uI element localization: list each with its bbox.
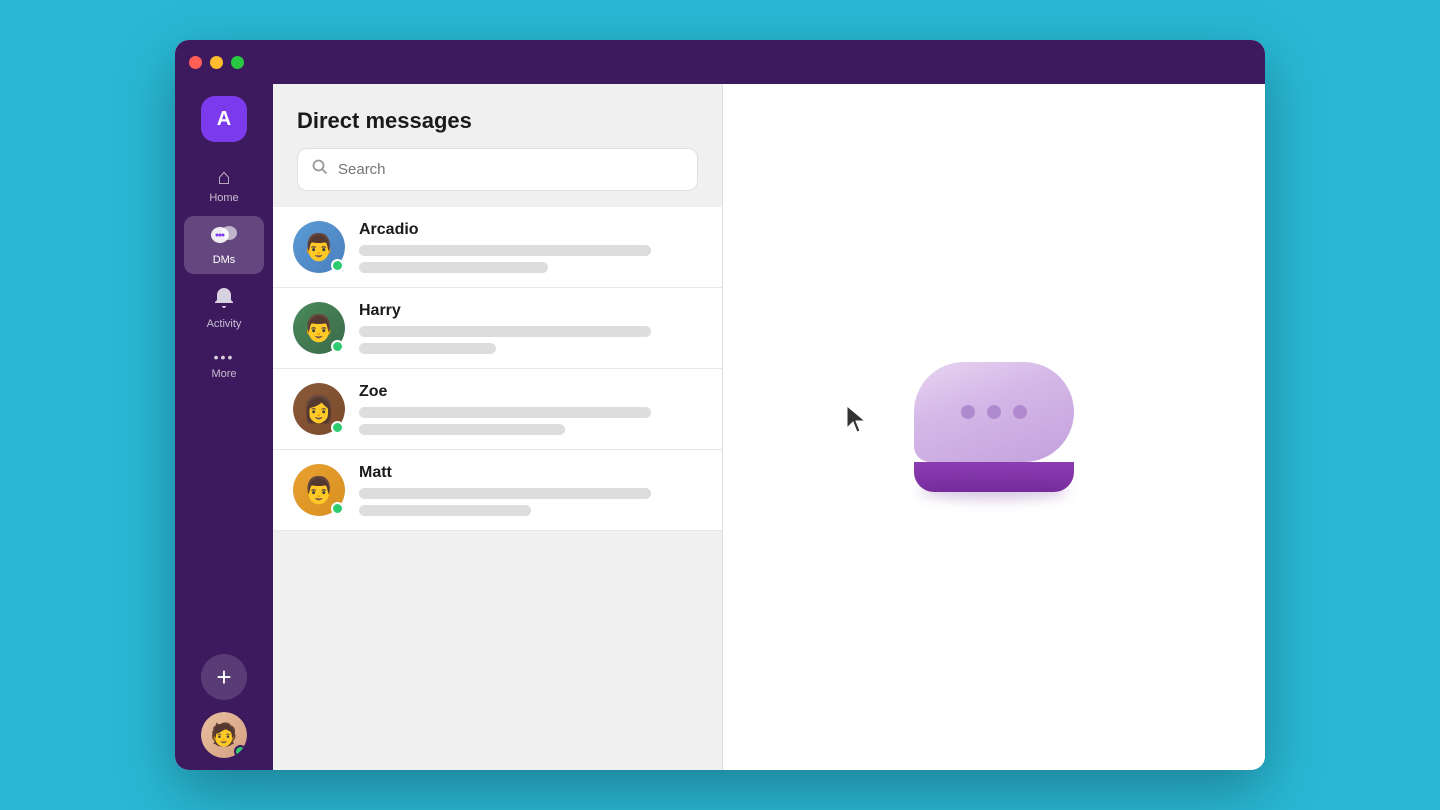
cursor-icon — [843, 404, 871, 443]
chat-bubble-3d — [914, 362, 1074, 492]
bubble-dot-3 — [1013, 405, 1027, 419]
dm-avatar-wrap: 👩 — [293, 383, 345, 435]
dm-avatar-wrap: 👨 — [293, 302, 345, 354]
preview-line-2 — [359, 343, 496, 354]
preview-line-1 — [359, 488, 651, 499]
arcadio-info: Arcadio — [359, 221, 702, 273]
dm-avatar-wrap: 👨 — [293, 464, 345, 516]
sidebar: A ⌂ Home DMs — [175, 84, 273, 770]
preview-line-2 — [359, 505, 531, 516]
sidebar-item-dms-label: DMs — [213, 254, 236, 266]
activity-icon — [213, 286, 235, 314]
sidebar-item-more[interactable]: ••• More — [184, 342, 264, 388]
plus-icon: + — [216, 664, 231, 690]
workspace-avatar[interactable]: A — [201, 96, 247, 142]
search-input[interactable] — [338, 161, 683, 178]
preview-line-1 — [359, 407, 651, 418]
app-window: A ⌂ Home DMs — [175, 40, 1265, 770]
bubble-top — [914, 362, 1074, 462]
close-button[interactable] — [189, 56, 202, 69]
bubble-dot-1 — [961, 405, 975, 419]
zoe-status — [331, 421, 344, 434]
harry-name: Harry — [359, 302, 702, 320]
sidebar-item-dms[interactable]: DMs — [184, 216, 264, 274]
dm-panel-header: Direct messages — [273, 84, 722, 207]
search-bar[interactable] — [297, 148, 698, 191]
matt-status — [331, 502, 344, 515]
dm-item-zoe[interactable]: 👩 Zoe — [273, 369, 722, 450]
dm-list: 👨 Arcadio 👨 — [273, 207, 722, 770]
home-icon: ⌂ — [217, 166, 230, 188]
add-new-button[interactable]: + — [201, 654, 247, 700]
zoe-info: Zoe — [359, 383, 702, 435]
arcadio-name: Arcadio — [359, 221, 702, 239]
dm-panel-title: Direct messages — [297, 108, 698, 134]
more-icon: ••• — [214, 350, 235, 364]
harry-status — [331, 340, 344, 353]
dm-avatar-wrap: 👨 — [293, 221, 345, 273]
sidebar-item-activity-label: Activity — [207, 318, 242, 330]
matt-name: Matt — [359, 464, 702, 482]
search-icon — [312, 159, 328, 180]
current-user-avatar[interactable]: 🧑 — [201, 712, 247, 758]
preview-line-1 — [359, 326, 651, 337]
sidebar-item-label: Home — [209, 192, 238, 204]
app-body: A ⌂ Home DMs — [175, 84, 1265, 770]
preview-line-2 — [359, 262, 548, 273]
empty-state-illustration — [914, 362, 1074, 492]
dm-item-matt[interactable]: 👨 Matt — [273, 450, 722, 531]
maximize-button[interactable] — [231, 56, 244, 69]
user-online-indicator — [234, 745, 247, 758]
main-content — [723, 84, 1265, 770]
arcadio-status — [331, 259, 344, 272]
preview-line-1 — [359, 245, 651, 256]
minimize-button[interactable] — [210, 56, 223, 69]
dm-panel: Direct messages 👨 — [273, 84, 723, 770]
dm-item-harry[interactable]: 👨 Harry — [273, 288, 722, 369]
sidebar-item-activity[interactable]: Activity — [184, 278, 264, 338]
bubble-shadow — [919, 482, 1069, 500]
sidebar-item-home[interactable]: ⌂ Home — [184, 158, 264, 212]
dms-icon — [211, 224, 237, 250]
zoe-name: Zoe — [359, 383, 702, 401]
title-bar — [175, 40, 1265, 84]
preview-line-2 — [359, 424, 565, 435]
bubble-dot-2 — [987, 405, 1001, 419]
sidebar-item-more-label: More — [211, 368, 236, 380]
harry-info: Harry — [359, 302, 702, 354]
dm-item-arcadio[interactable]: 👨 Arcadio — [273, 207, 722, 288]
matt-info: Matt — [359, 464, 702, 516]
